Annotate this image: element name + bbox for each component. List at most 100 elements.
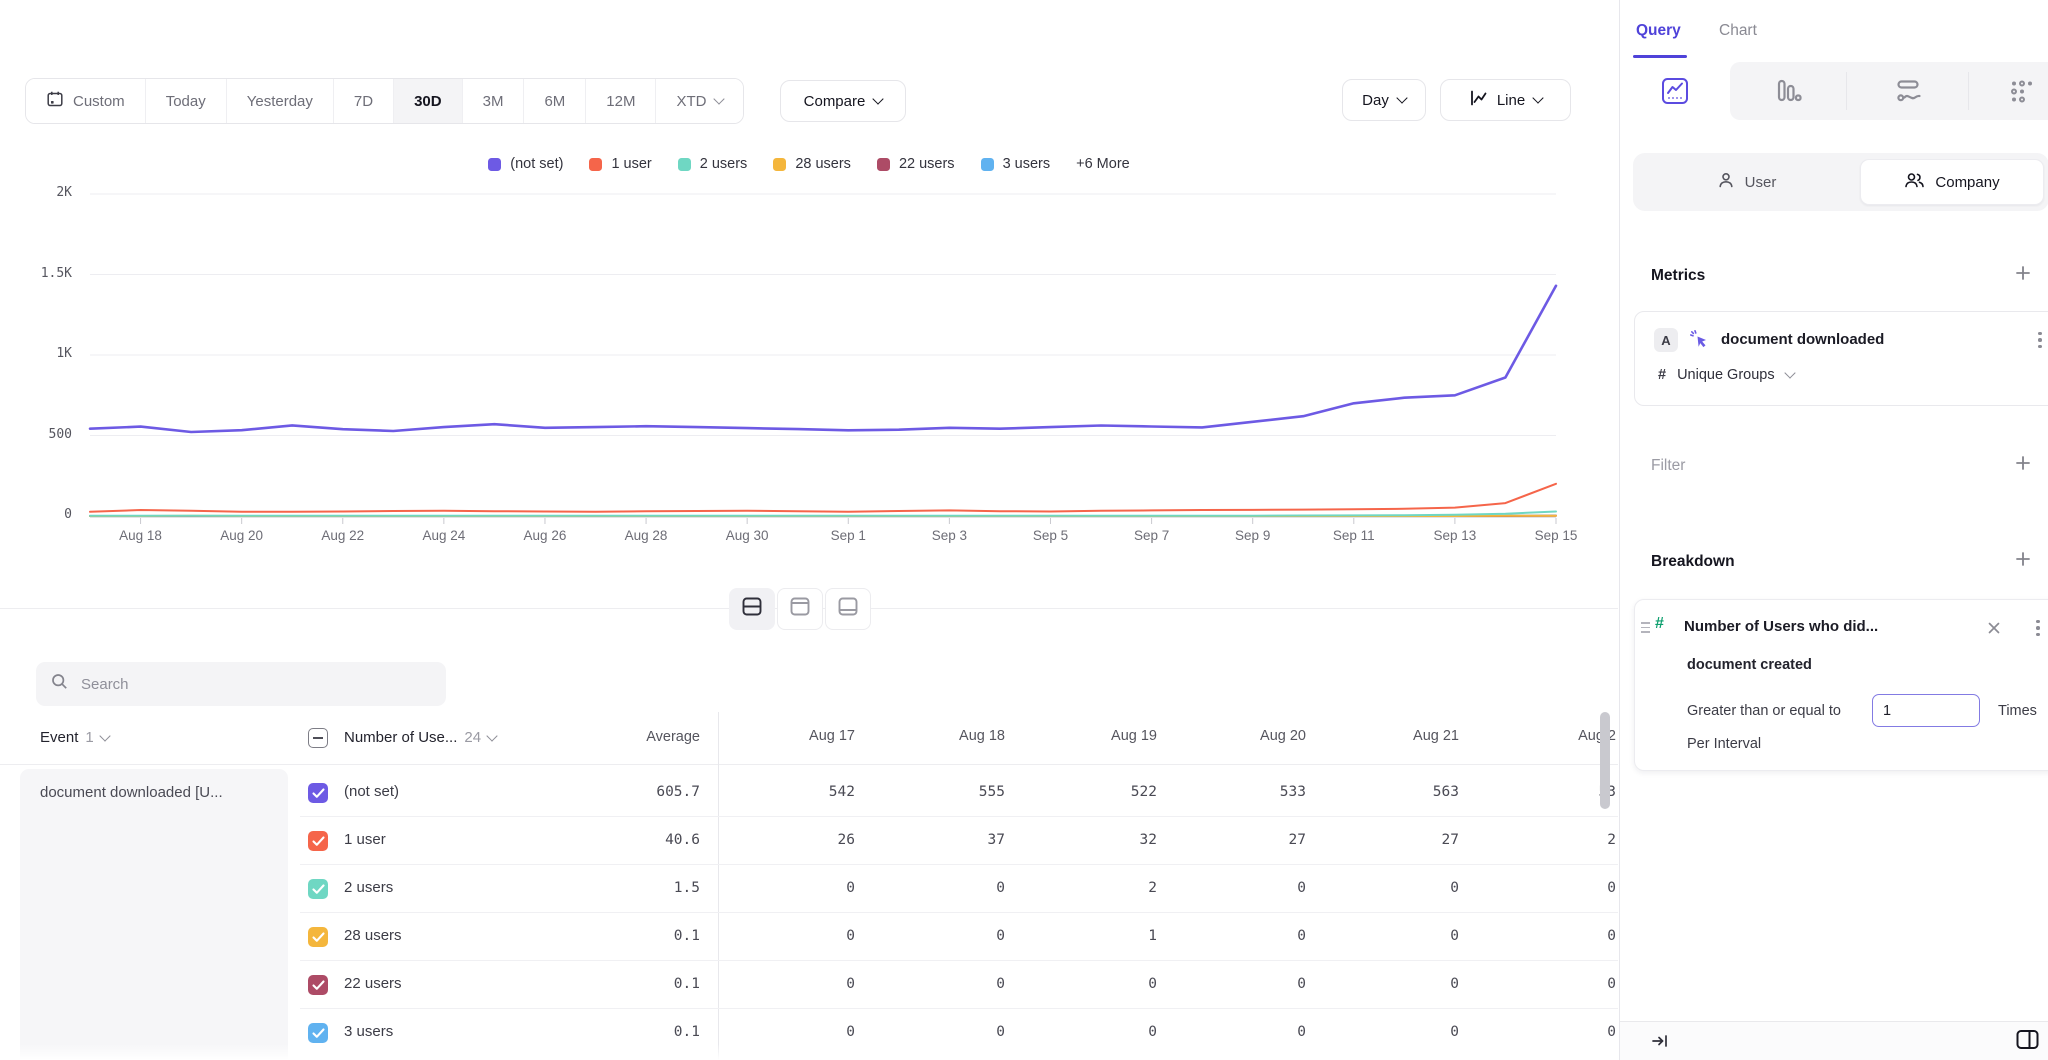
search-input[interactable] — [79, 675, 431, 694]
table-cell-value: 542 — [725, 784, 855, 800]
series-checkbox[interactable] — [308, 1023, 328, 1043]
series-column-header[interactable]: Number of Use... 24 — [344, 729, 496, 746]
chart-type-button[interactable]: Line — [1440, 79, 1571, 121]
add-breakdown-button[interactable] — [2011, 547, 2035, 571]
chevron-down-icon — [1533, 92, 1544, 103]
metric-card[interactable]: A document downloaded # Unique Groups — [1634, 311, 2048, 406]
series-label[interactable]: 2 users — [344, 879, 393, 896]
event-row[interactable]: document downloaded [U... — [20, 769, 288, 1060]
range-today[interactable]: Today — [146, 79, 227, 123]
chevron-down-icon — [1784, 367, 1795, 378]
legend-item[interactable]: 3 users — [981, 156, 1051, 172]
x-axis-tick: Sep 13 — [1413, 528, 1497, 543]
table-bottom-fade — [0, 1044, 1618, 1060]
range-7d[interactable]: 7D — [334, 79, 394, 123]
event-column-header[interactable]: Event 1 — [40, 729, 109, 746]
collapse-panel-icon[interactable] — [1650, 1031, 1670, 1056]
compare-button[interactable]: Compare — [780, 80, 906, 122]
range-yesterday[interactable]: Yesterday — [227, 79, 334, 123]
event-row-label: document downloaded [U... — [40, 784, 223, 801]
metric-aggregation[interactable]: # Unique Groups — [1658, 367, 1794, 383]
series-checkbox[interactable] — [308, 927, 328, 947]
breakdown-card[interactable]: # Number of Users who did... document cr… — [1634, 599, 2048, 771]
search-box[interactable] — [36, 662, 446, 706]
series-label[interactable]: (not set) — [344, 783, 399, 800]
add-metric-button[interactable] — [2011, 261, 2035, 285]
range-custom[interactable]: Custom — [26, 79, 146, 123]
legend-label: 22 users — [899, 156, 955, 172]
series-label[interactable]: 1 user — [344, 831, 386, 848]
hash-icon: # — [1658, 367, 1666, 383]
close-icon[interactable] — [1983, 617, 2005, 639]
tab-query[interactable]: Query — [1636, 22, 1681, 40]
legend-item[interactable]: (not set) — [488, 156, 563, 172]
split-view-button[interactable] — [729, 588, 775, 630]
add-filter-button[interactable] — [2011, 451, 2035, 475]
view-toggle-group — [729, 588, 871, 630]
condition-value-input[interactable] — [1872, 694, 1980, 727]
toggle-option-user[interactable]: User — [1633, 153, 1860, 211]
granularity-button[interactable]: Day — [1342, 79, 1426, 121]
y-axis-tick: 0 — [12, 507, 72, 522]
range-3m[interactable]: 3M — [463, 79, 525, 123]
legend-swatch — [877, 158, 890, 171]
table-cell-value: 37 — [875, 832, 1005, 848]
legend-item[interactable]: 22 users — [877, 156, 955, 172]
breakdown-event-name[interactable]: document created — [1687, 657, 1812, 673]
x-axis-tick: Aug 22 — [301, 528, 385, 543]
average-column-header: Average — [560, 729, 700, 745]
select-all-checkbox[interactable] — [308, 728, 328, 748]
table-cell-value: 0 — [725, 1024, 855, 1040]
kebab-menu-icon[interactable] — [2029, 328, 2048, 352]
condition-label[interactable]: Greater than or equal to — [1687, 703, 1841, 719]
range-30d[interactable]: 30D — [394, 79, 463, 123]
drag-handle-icon[interactable] — [1641, 622, 1650, 633]
aggregation-label: Unique Groups — [1677, 367, 1775, 383]
series-checkbox[interactable] — [308, 783, 328, 803]
kebab-menu-icon[interactable] — [2027, 616, 2048, 640]
per-interval-label[interactable]: Per Interval — [1687, 736, 1761, 752]
x-axis-tick: Aug 28 — [604, 528, 688, 543]
scatter-chart-icon[interactable] — [1992, 62, 2048, 120]
x-axis-tick: Aug 30 — [705, 528, 789, 543]
divider — [1968, 72, 1969, 110]
series-checkbox[interactable] — [308, 879, 328, 899]
date-column-header: Aug 18 — [885, 728, 1005, 744]
panel-layout-icon[interactable] — [2016, 1029, 2039, 1055]
legend-more[interactable]: +6 More — [1076, 156, 1130, 172]
series-label[interactable]: 22 users — [344, 975, 402, 992]
range-6m[interactable]: 6M — [524, 79, 586, 123]
range-12m[interactable]: 12M — [586, 79, 656, 123]
flow-chart-icon[interactable] — [1878, 62, 1938, 120]
table-cell-value: 53 — [1486, 784, 1616, 800]
split-view-icon — [742, 597, 762, 621]
row-divider — [300, 1008, 1618, 1009]
table-only-view-button[interactable] — [825, 588, 871, 630]
legend-item[interactable]: 2 users — [678, 156, 748, 172]
x-axis-tick: Sep 1 — [806, 528, 890, 543]
metric-event-name[interactable]: document downloaded — [1721, 331, 1884, 348]
breakdown-title[interactable]: Number of Users who did... — [1684, 618, 1974, 635]
range-xtd[interactable]: XTD — [656, 79, 743, 123]
x-axis-tick: Sep 9 — [1211, 528, 1295, 543]
x-axis-tick: Sep 7 — [1110, 528, 1194, 543]
tab-chart[interactable]: Chart — [1719, 22, 1757, 40]
entity-toggle: User Company — [1633, 153, 2048, 211]
chart-only-view-button[interactable] — [777, 588, 823, 630]
table-cell-value: 555 — [875, 784, 1005, 800]
legend-item[interactable]: 1 user — [589, 156, 651, 172]
legend-item[interactable]: 28 users — [773, 156, 851, 172]
table-scrollbar[interactable] — [1600, 712, 1610, 809]
toggle-option-company[interactable]: Company — [1860, 159, 2044, 205]
series-checkbox[interactable] — [308, 831, 328, 851]
date-column-header: Aug 20 — [1186, 728, 1306, 744]
series-label[interactable]: 3 users — [344, 1023, 393, 1040]
series-checkbox[interactable] — [308, 975, 328, 995]
row-divider — [300, 864, 1618, 865]
date-range-group: CustomTodayYesterday7D30D 3M 6M12MXTD — [25, 78, 744, 124]
line-chart-icon[interactable] — [1620, 62, 1730, 120]
range-label: 3M — [483, 93, 504, 110]
average-value: 40.6 — [560, 832, 700, 848]
series-label[interactable]: 28 users — [344, 927, 402, 944]
bar-chart-icon[interactable] — [1758, 62, 1818, 120]
